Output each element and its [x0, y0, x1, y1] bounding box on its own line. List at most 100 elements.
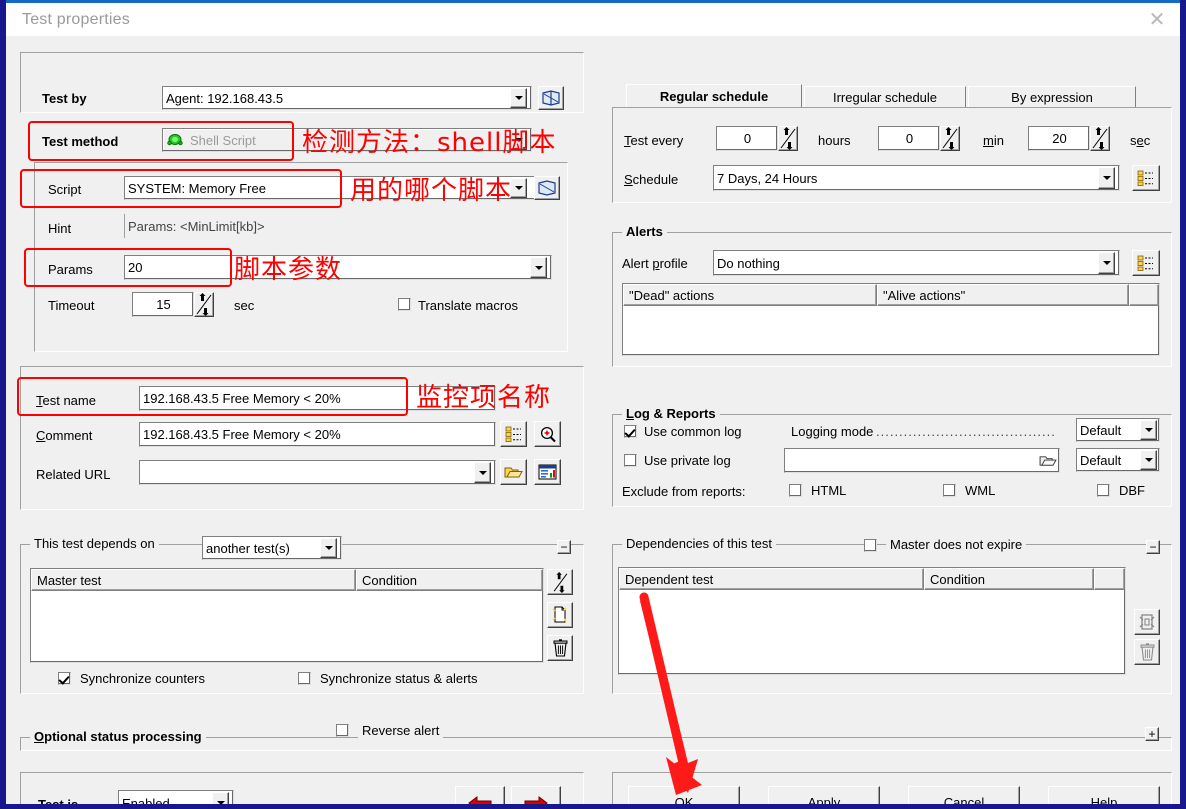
- master-no-expire-checkbox[interactable]: [864, 539, 877, 552]
- sync-counters-checkbox[interactable]: [58, 672, 71, 685]
- schedule-accel: S: [624, 172, 633, 187]
- related-url-dropdown-arrow[interactable]: [474, 462, 491, 483]
- report-window-icon[interactable]: [534, 459, 561, 485]
- alert-profile-pre: Alert: [622, 256, 653, 271]
- annotation-text-script: 用的哪个脚本: [350, 176, 513, 206]
- private-log-mode-value: Default: [1080, 452, 1122, 468]
- annotation-text-test-name: 监控项名称: [416, 383, 552, 413]
- test-name-label: Test name: [36, 393, 96, 408]
- script-edit-icon[interactable]: [534, 176, 560, 200]
- min-accel: m: [983, 133, 994, 148]
- dependencies-of-col-extra[interactable]: [1094, 568, 1125, 590]
- magnifier-plus-icon-glyph: [540, 426, 556, 442]
- magnifier-plus-icon[interactable]: [534, 421, 561, 447]
- tab-regular-schedule[interactable]: Regular schedule: [626, 84, 802, 108]
- timeout-input[interactable]: 15: [132, 292, 194, 317]
- exclude-dbf-checkbox[interactable]: [1097, 484, 1110, 497]
- test-by-dropdown-arrow[interactable]: [510, 88, 527, 108]
- optional-status-expand-button[interactable]: +: [1145, 727, 1159, 741]
- test-by-label: Test by: [42, 91, 87, 106]
- schedule-combo[interactable]: 7 Days, 24 Hours: [713, 165, 1120, 191]
- edit-dependent-button[interactable]: [1134, 609, 1160, 635]
- new-page-icon: [552, 606, 567, 623]
- dependencies-of-collapse-button[interactable]: −: [1146, 540, 1160, 554]
- test-every-min-input[interactable]: 0: [878, 126, 940, 151]
- new-dependency-button[interactable]: [547, 602, 573, 628]
- depends-on-col-condition-label: Condition: [362, 572, 417, 588]
- trash-icon: [553, 639, 567, 657]
- tab-by-expression[interactable]: By expression: [968, 86, 1136, 108]
- script-label: Script: [48, 182, 82, 197]
- test-every-sec-input[interactable]: 20: [1028, 126, 1090, 151]
- tab-by-expression-label: By expression: [1011, 90, 1093, 105]
- edit-condition-button[interactable]: [547, 569, 573, 595]
- master-no-expire-label: Master does not expire: [886, 537, 1027, 552]
- test-every-hours-stepper[interactable]: [778, 126, 798, 151]
- close-icon[interactable]: ✕: [1134, 3, 1180, 36]
- script-dropdown-arrow[interactable]: [510, 178, 527, 198]
- exclude-wml-checkbox[interactable]: [943, 484, 956, 497]
- comment-input[interactable]: 192.168.43.5 Free Memory < 20%: [139, 422, 496, 447]
- book-icon[interactable]: [538, 86, 564, 110]
- schedule-value: 7 Days, 24 Hours: [717, 170, 818, 186]
- reverse-alert-label: Reverse alert: [358, 723, 444, 738]
- sync-status-checkbox[interactable]: [298, 672, 311, 685]
- private-log-mode-dropdown-arrow[interactable]: [1140, 450, 1157, 470]
- test-every-sec-stepper[interactable]: [1090, 126, 1110, 151]
- params-dropdown-arrow[interactable]: [530, 257, 547, 278]
- translate-macros-checkbox[interactable]: [398, 298, 411, 311]
- use-private-log-checkbox[interactable]: [624, 454, 637, 467]
- list-icon[interactable]: [500, 421, 527, 447]
- test-every-min-unit: min: [983, 133, 1004, 148]
- open-folder-icon[interactable]: [500, 459, 527, 485]
- depends-on-col-master[interactable]: Master test: [31, 569, 356, 591]
- reverse-alert-checkbox[interactable]: [336, 724, 349, 737]
- report-window-icon-glyph: [538, 464, 557, 480]
- alert-profile-list-icon[interactable]: [1132, 250, 1160, 276]
- depends-on-col-condition[interactable]: Condition: [356, 569, 543, 591]
- comment-label-rest: omment: [45, 428, 93, 443]
- delete-dependency-button[interactable]: [547, 635, 573, 661]
- use-common-log-checkbox[interactable]: [624, 425, 637, 438]
- test-every-sec-unit: sec: [1130, 133, 1150, 148]
- sec-accel: e: [1136, 133, 1144, 148]
- test-every-sec-value: 20: [1052, 131, 1067, 146]
- spin-arrows-icon: [942, 127, 958, 150]
- depends-on-collapse-button[interactable]: −: [557, 540, 571, 554]
- alerts-col-extra[interactable]: [1129, 284, 1159, 306]
- use-private-log-label: Use private log: [644, 453, 731, 468]
- test-every-min-stepper[interactable]: [940, 126, 960, 151]
- test-by-combo[interactable]: Agent: 192.168.43.5: [162, 86, 532, 110]
- private-log-browse-icon[interactable]: [1036, 449, 1060, 472]
- private-log-path-input[interactable]: [784, 448, 1060, 473]
- test-method-value: Shell Script: [190, 132, 256, 148]
- window-title: Test properties: [22, 10, 130, 28]
- related-url-combo[interactable]: [139, 460, 496, 485]
- exclude-html-label: HTML: [811, 483, 847, 498]
- hint-value-box: Params: <MinLimit[kb]>: [124, 214, 552, 238]
- schedule-list-icon[interactable]: [1132, 165, 1160, 191]
- delete-dependent-button[interactable]: [1134, 639, 1160, 665]
- schedule-dropdown-arrow[interactable]: [1098, 167, 1115, 189]
- test-method-label: Test method: [42, 134, 119, 149]
- dependencies-of-col-condition[interactable]: Condition: [924, 568, 1094, 590]
- timeout-stepper[interactable]: [194, 292, 214, 317]
- log-reports-accel: L: [626, 406, 634, 421]
- translate-macros-label: Translate macros: [418, 298, 518, 313]
- optional-status-caption-rest: ptional status processing: [44, 729, 202, 744]
- alert-profile-dropdown-arrow[interactable]: [1098, 252, 1115, 274]
- tab-irregular-schedule[interactable]: Irregular schedule: [804, 86, 966, 108]
- related-url-label: Related URL: [36, 467, 111, 482]
- test-every-label-rest: est every: [630, 133, 684, 148]
- alert-profile-combo[interactable]: Do nothing: [713, 250, 1120, 276]
- exclude-from-reports-label: Exclude from reports:: [622, 484, 746, 499]
- alerts-col-dead[interactable]: "Dead" actions: [623, 284, 877, 306]
- trash-icon: [1140, 643, 1154, 661]
- depends-on-mode-dropdown-arrow[interactable]: [320, 538, 337, 558]
- test-every-hours-input[interactable]: 0: [716, 126, 778, 151]
- sync-counters-label: Synchronize counters: [80, 671, 206, 686]
- exclude-html-checkbox[interactable]: [789, 484, 802, 497]
- dependencies-of-col-dependent[interactable]: Dependent test: [619, 568, 924, 590]
- alerts-col-alive[interactable]: "Alive actions": [877, 284, 1129, 306]
- logging-mode-dropdown-arrow[interactable]: [1140, 420, 1157, 440]
